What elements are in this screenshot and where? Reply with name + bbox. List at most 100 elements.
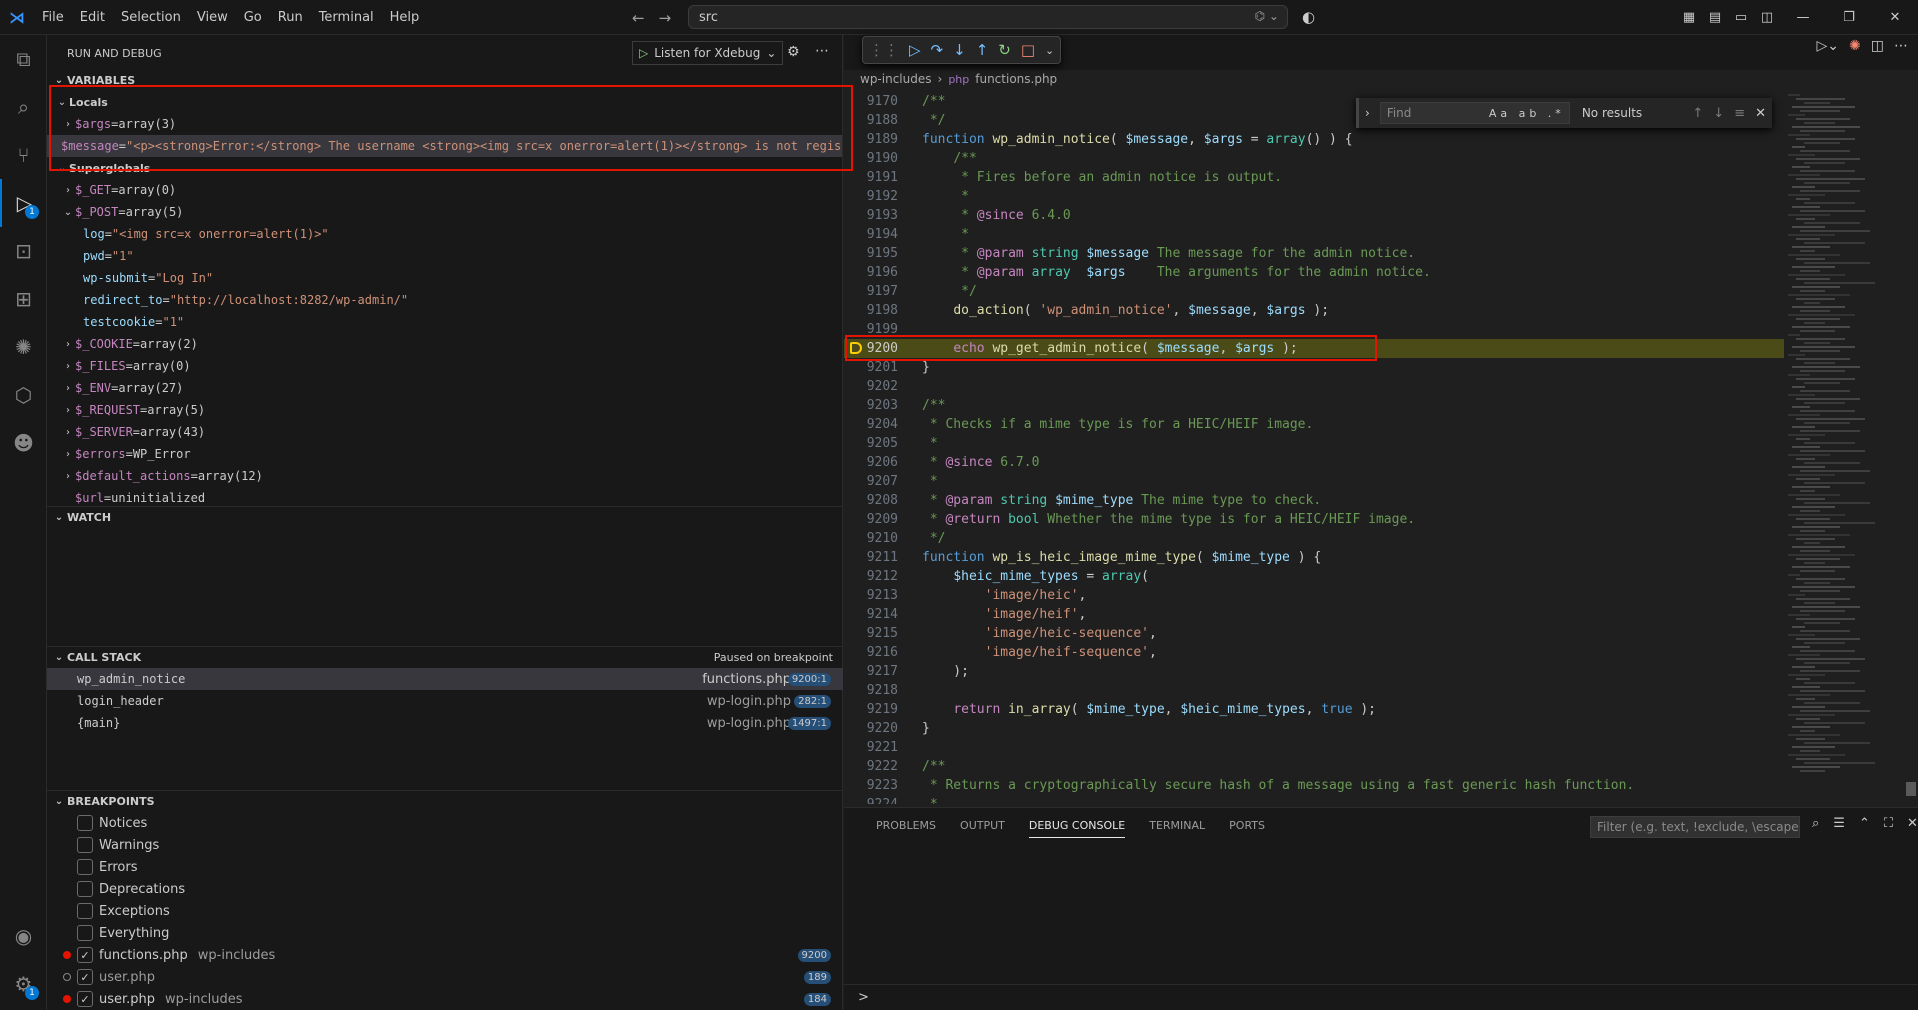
step-over-icon[interactable]: ↷ xyxy=(931,41,944,59)
code-line[interactable]: 9191 * Fires before an admin notice is o… xyxy=(844,168,1784,187)
code-line[interactable]: 9206 * @since 6.7.0 xyxy=(844,453,1784,472)
step-into-icon[interactable]: ↓ xyxy=(953,41,966,59)
code-line[interactable]: 9217 ); xyxy=(844,662,1784,681)
checkbox[interactable] xyxy=(77,815,93,831)
account-icon[interactable]: ◉ xyxy=(0,912,47,960)
variable-row[interactable]: › $_REQUEST = array(5) xyxy=(47,399,842,421)
code-line[interactable]: 9214 'image/heif', xyxy=(844,605,1784,624)
debug-configuration-select[interactable]: ▷ Listen for Xdebug ⌄ xyxy=(632,41,784,65)
code-line[interactable]: 9208 * @param string $mime_type The mime… xyxy=(844,491,1784,510)
editor-scrollbar[interactable] xyxy=(1904,92,1918,804)
console-prompt[interactable]: > xyxy=(858,990,869,1005)
checkbox[interactable]: ✓ xyxy=(77,969,93,985)
checkbox[interactable] xyxy=(77,881,93,897)
run-debug-icon[interactable]: ▷ 1 xyxy=(0,179,47,227)
code-line[interactable]: 9201} xyxy=(844,358,1784,377)
menu-selection[interactable]: Selection xyxy=(113,0,189,35)
code-line[interactable]: 9196 * @param array $args The arguments … xyxy=(844,263,1784,282)
more-actions-icon[interactable]: ⋯ xyxy=(1894,38,1908,54)
toggle-sidebar-icon[interactable]: ▤ xyxy=(1702,0,1728,35)
variable-row[interactable]: log = "<img src=x onerror=alert(1)>" xyxy=(47,223,842,245)
code-line[interactable]: 9212 $heic_mime_types = array( xyxy=(844,567,1784,586)
variable-row[interactable]: › $_SERVER = array(43) xyxy=(47,421,842,443)
code-line[interactable]: 9220} xyxy=(844,719,1784,738)
breadcrumb-folder[interactable]: wp-includes xyxy=(860,72,932,86)
step-out-icon[interactable]: ↑ xyxy=(976,41,989,59)
code-line[interactable]: 9189 function wp_admin_notice( $message, … xyxy=(844,130,1784,149)
close-panel-icon[interactable]: ✕ xyxy=(1907,816,1918,831)
search-icon[interactable]: ⌕ xyxy=(1812,816,1819,831)
maximize-panel-icon[interactable]: ⛶ xyxy=(1884,816,1893,831)
code-line[interactable]: 9213 'image/heic', xyxy=(844,586,1784,605)
explorer-icon[interactable]: ⧉ xyxy=(0,35,47,83)
start-debugging-icon[interactable]: ▷ xyxy=(639,46,648,60)
panel-tab-ports[interactable]: PORTS xyxy=(1217,808,1277,844)
menu-go[interactable]: Go xyxy=(236,0,270,35)
variable-row[interactable]: redirect_to = "http://localhost:8282/wp-… xyxy=(47,289,842,311)
code-line[interactable]: 9204 * Checks if a mime type is for a HE… xyxy=(844,415,1784,434)
toggle-panel-icon[interactable]: ▭ xyxy=(1728,0,1754,35)
variable-row[interactable]: ⌄ $_POST = array(5) xyxy=(47,201,842,223)
code-line[interactable]: 9222 /** xyxy=(844,757,1784,776)
more-actions-icon[interactable]: ⋯ xyxy=(815,43,829,59)
code-line[interactable]: 9221 xyxy=(844,738,1784,757)
current-line[interactable]: 9200 echo wp_get_admin_notice( $message,… xyxy=(844,339,1784,358)
panel-tab-terminal[interactable]: TERMINAL xyxy=(1137,808,1217,844)
collapse-icon[interactable]: ⌃ xyxy=(1859,816,1870,831)
breakpoints-section-header[interactable]: ⌄ BREAKPOINTS xyxy=(47,790,843,812)
code-line[interactable]: 9211 function wp_is_heic_image_mime_type(… xyxy=(844,548,1784,567)
call-stack-section-header[interactable]: ⌄ CALL STACK Paused on breakpoint xyxy=(47,646,843,668)
watch-section-header[interactable]: ⌄ WATCH xyxy=(47,506,843,528)
restart-icon[interactable]: ↻ xyxy=(998,41,1011,59)
minimap[interactable] xyxy=(1784,92,1904,804)
menu-terminal[interactable]: Terminal xyxy=(311,0,382,35)
exception-breakpoint-row[interactable]: Everything xyxy=(47,922,843,944)
toggle-replace-icon[interactable]: › xyxy=(1365,106,1370,120)
exception-breakpoint-row[interactable]: Deprecations xyxy=(47,878,843,900)
file-breakpoint-row[interactable]: ✓ user.php wp-includes 184 xyxy=(47,988,843,1010)
checkbox[interactable] xyxy=(77,925,93,941)
manage-gear-icon[interactable]: ⚙ 1 xyxy=(0,960,47,1008)
checkbox[interactable]: ✓ xyxy=(77,991,93,1007)
panel-tab-debug-console[interactable]: DEBUG CONSOLE xyxy=(1017,808,1137,844)
file-breakpoint-row[interactable]: ✓ user.php 189 xyxy=(47,966,843,988)
toggle-secondary-sidebar-icon[interactable]: ◫ xyxy=(1754,0,1780,35)
code-line[interactable]: 9192 * xyxy=(844,187,1784,206)
code-line[interactable]: 9194 * xyxy=(844,225,1784,244)
find-input[interactable]: Find Aa ab .* xyxy=(1379,102,1570,124)
exception-breakpoint-row[interactable]: Warnings xyxy=(47,834,843,856)
code-line[interactable]: 9216 'image/heif-sequence', xyxy=(844,643,1784,662)
code-line[interactable]: 9203 /** xyxy=(844,396,1784,415)
continue-icon[interactable]: ▷ xyxy=(909,41,921,59)
menu-run[interactable]: Run xyxy=(270,0,311,35)
variable-row[interactable]: › $_ENV = array(27) xyxy=(47,377,842,399)
variables-section-header[interactable]: ⌄ VARIABLES xyxy=(47,69,842,91)
code-line[interactable]: 9218 xyxy=(844,681,1784,700)
code-line[interactable]: 9190 /** xyxy=(844,149,1784,168)
accounts-half-icon[interactable]: ◐ xyxy=(1302,8,1315,26)
code-line[interactable]: 9199 xyxy=(844,320,1784,339)
variable-row[interactable]: › $_GET = array(0) xyxy=(47,179,842,201)
panel-tab-output[interactable]: OUTPUT xyxy=(948,808,1017,844)
breakpoint-arrow-icon[interactable] xyxy=(850,342,862,354)
run-icon[interactable]: ▷⌄ xyxy=(1817,38,1840,54)
call-stack-frame[interactable]: login_header wp-login.php 282:1 xyxy=(47,690,843,712)
code-line[interactable]: 9198 do_action( 'wp_admin_notice', $mess… xyxy=(844,301,1784,320)
breadcrumb-file[interactable]: functions.php xyxy=(975,72,1057,86)
code-line[interactable]: 9195 * @param string $message The messag… xyxy=(844,244,1784,263)
variable-row[interactable]: pwd = "1" xyxy=(47,245,842,267)
call-stack-frame[interactable]: {main} wp-login.php 1497:1 xyxy=(47,712,843,734)
code-line[interactable]: 9224 * xyxy=(844,795,1784,804)
call-stack-frame[interactable]: wp_admin_notice functions.php 9200:1 xyxy=(47,668,843,690)
code-line[interactable]: 9209 * @return bool Whether the mime typ… xyxy=(844,510,1784,529)
menu-help[interactable]: Help xyxy=(382,0,428,35)
customize-layout-icon[interactable]: ▦ xyxy=(1676,0,1702,35)
close-icon[interactable]: ✕ xyxy=(1872,0,1918,35)
minimize-icon[interactable]: — xyxy=(1780,0,1826,35)
file-breakpoint-row[interactable]: ✓ functions.php wp-includes 9200 xyxy=(47,944,843,966)
code-line[interactable]: 9205 * xyxy=(844,434,1784,453)
variable-row[interactable]: testcookie = "1" xyxy=(47,311,842,333)
copilot-activity-icon[interactable]: ✺ xyxy=(0,323,47,371)
menu-edit[interactable]: Edit xyxy=(72,0,113,35)
search-icon[interactable]: ⌕ xyxy=(0,83,47,131)
